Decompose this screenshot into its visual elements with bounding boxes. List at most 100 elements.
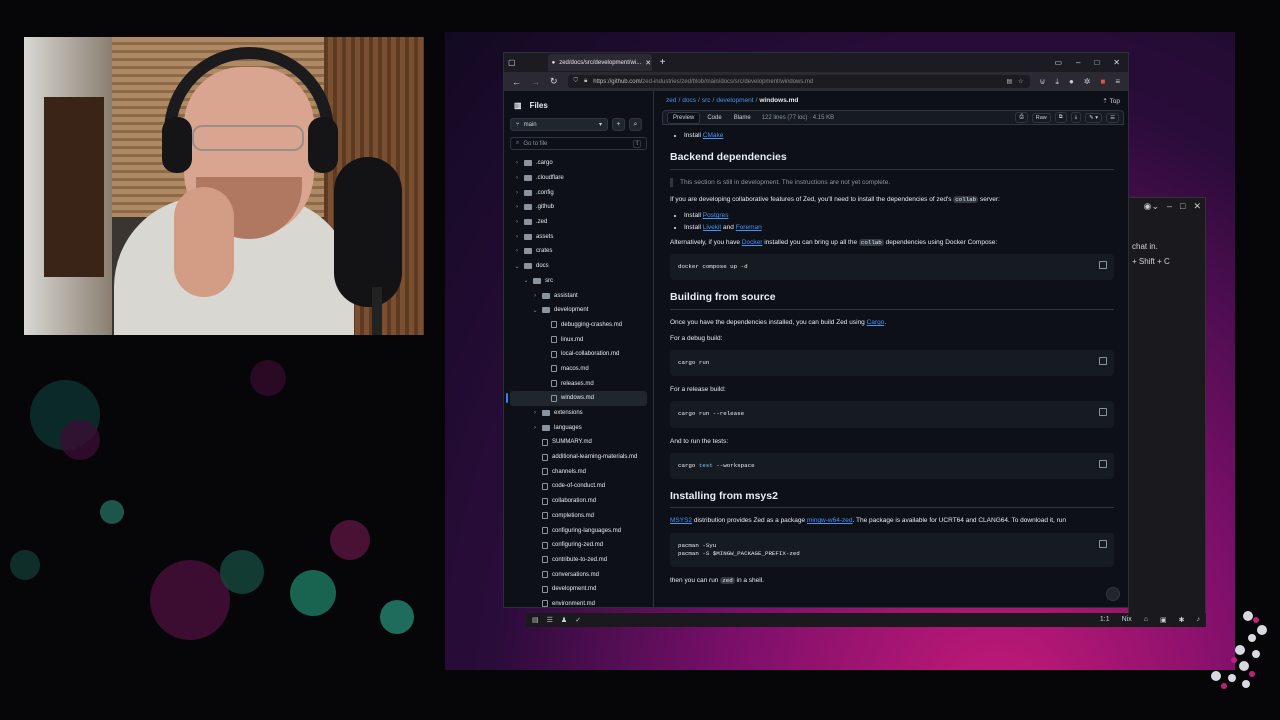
maximize-button[interactable]: □ [1094,58,1099,67]
tree-file[interactable]: conversations.md [510,567,647,582]
new-tab-button[interactable]: + [660,57,666,68]
maximize-button[interactable]: □ [1180,201,1185,211]
copy-icon[interactable] [1099,357,1107,366]
tree-file[interactable]: debugging-crashes.md [510,318,647,333]
breadcrumb-link[interactable]: development [716,97,753,104]
close-button[interactable]: ✕ [1193,201,1201,212]
cargo-link[interactable]: Cargo [867,319,885,326]
tree-file[interactable]: configuring-zed.md [510,538,647,553]
folder-icon [524,175,532,182]
window-list-icon[interactable]: ▭ [1054,58,1062,67]
tree-folder[interactable]: › .cloudflare [510,171,647,186]
extensions-icon[interactable]: ✲ [1084,77,1091,87]
tree-folder[interactable]: › extensions [510,406,647,421]
tree-file[interactable]: additional-learning-materials.md [510,450,647,465]
settings-icon[interactable]: ✱ [1179,616,1185,624]
tree-folder[interactable]: › .config [510,185,647,200]
reader-icon[interactable]: ▤ [1006,78,1012,85]
docker-link[interactable]: Docker [742,239,763,246]
account-icon[interactable]: ● [1069,77,1074,87]
tree-folder[interactable]: › .github [510,200,647,215]
forward-button[interactable]: → [531,77,540,87]
minimize-button[interactable]: – [1076,58,1080,67]
edit-icon[interactable]: ✎ ▾ [1085,112,1103,123]
tree-file[interactable]: channels.md [510,464,647,479]
back-button[interactable]: ← [512,77,521,87]
search-button[interactable]: ⌕ [629,118,642,131]
minimize-button[interactable]: – [1167,201,1172,211]
tree-file[interactable]: completions.md [510,509,647,524]
reload-button[interactable]: ↻ [550,76,558,87]
raw-button[interactable]: Raw [1031,112,1051,123]
tab-list-icon[interactable]: ▢ [508,58,516,67]
tree-file[interactable]: development.md [510,582,647,597]
pocket-icon[interactable]: ⊍ [1040,77,1046,87]
cursor-position[interactable]: 1:1 [1100,616,1110,624]
mingw-link[interactable]: mingw-w64-zed [807,517,853,524]
tree-file[interactable]: SUMMARY.md [510,435,647,450]
download-icon[interactable]: ⤓ [1070,112,1082,123]
tab-preview[interactable]: Preview [667,111,701,124]
postgres-link[interactable]: Postgres [703,212,729,219]
copy-icon[interactable] [1099,408,1107,417]
breadcrumb-link[interactable]: docs [682,97,696,104]
go-to-file-input[interactable]: ⌕ Go to file t [510,137,647,150]
tree-folder[interactable]: › assets [510,229,647,244]
tree-file[interactable]: environment.md [510,597,647,607]
tree-file[interactable]: releases.md [510,376,647,391]
tab-github[interactable]: ● zed/docs/src/development/wi... ✕ [547,54,652,71]
copy-icon[interactable] [1099,459,1107,468]
copy-icon[interactable] [1099,261,1107,270]
outline-icon[interactable]: ☰ [547,616,553,624]
tree-folder[interactable]: › languages [510,420,647,435]
collab-icon[interactable]: ♟ [561,616,567,624]
tree-folder[interactable]: › assistant [510,288,647,303]
add-file-button[interactable]: + [612,118,625,131]
close-button[interactable]: ✕ [1113,58,1120,67]
tab-blame[interactable]: Blame [729,113,756,123]
assistant-icon[interactable]: ⌂ [1144,616,1148,624]
avatar[interactable]: ◉⌄ [1144,201,1159,212]
tree-label: collaboration.md [552,498,597,505]
breadcrumb-link[interactable]: src [702,97,711,104]
print-icon[interactable]: ⎙ [1015,112,1028,123]
tree-file[interactable]: windows.md [506,391,647,406]
tree-folder[interactable]: ⌄ development [510,303,647,318]
tree-file[interactable]: local-collaboration.md [510,347,647,362]
tree-file[interactable]: configuring-languages.md [510,523,647,538]
check-icon[interactable]: ✓ [575,616,581,624]
livekit-link[interactable]: Livekit [703,224,721,231]
collapse-sidebar-icon[interactable]: ▥ [514,101,522,110]
menu-icon[interactable]: ≡ [1115,77,1120,87]
tree-folder[interactable]: ⌄ docs [510,259,647,274]
language-selector[interactable]: Nix [1122,616,1132,624]
tree-file[interactable]: collaboration.md [510,494,647,509]
tab-code[interactable]: Code [702,113,726,123]
breadcrumb-link[interactable]: zed [666,97,676,104]
msys2-link[interactable]: MSYS2 [670,517,692,524]
tree-folder[interactable]: › crates [510,244,647,259]
terminal-icon[interactable]: ▣ [1160,616,1167,624]
tree-folder[interactable]: ⌄ src [510,274,647,289]
panel-icon[interactable]: ▤ [532,616,539,624]
tree-file[interactable]: contribute-to-zed.md [510,553,647,568]
top-button[interactable]: ⇡ Top [1102,97,1120,105]
tree-folder[interactable]: › .zed [510,215,647,230]
tree-file[interactable]: code-of-conduct.md [510,479,647,494]
tree-folder[interactable]: › .cargo [510,156,647,171]
download-icon[interactable]: ⤓ [1055,77,1059,87]
foreman-link[interactable]: Foreman [736,224,762,231]
copy-icon[interactable] [1099,539,1107,548]
close-tab-icon[interactable]: ✕ [645,59,651,67]
url-bar[interactable]: ⛉ 🔒︎ https://github.com/zed-industries/z… [567,75,1030,88]
cmake-link[interactable]: CMake [703,132,724,139]
outline-icon[interactable]: ☰ [1106,112,1119,123]
search-icon: ⌕ [516,140,520,146]
tree-file[interactable]: macos.md [510,362,647,377]
branch-selector[interactable]: ⑂ main ▾ [510,118,608,131]
copy-icon[interactable]: ⧉ [1054,112,1067,123]
tree-file[interactable]: linux.md [510,332,647,347]
bookmark-star-icon[interactable]: ☆ [1018,78,1023,85]
copilot-icon[interactable] [1106,587,1120,601]
addon-icon[interactable]: ■ [1100,77,1105,87]
